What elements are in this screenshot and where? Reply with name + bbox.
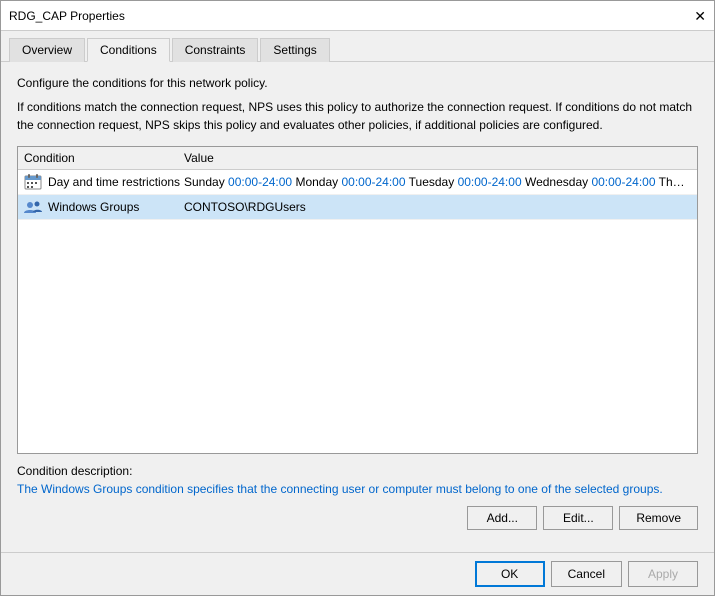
ok-button[interactable]: OK [475,561,545,587]
table-header: Condition Value [18,147,697,170]
condition-desc-label: Condition description: [17,464,698,478]
cancel-button[interactable]: Cancel [551,561,622,587]
edit-button[interactable]: Edit... [543,506,613,530]
tab-settings[interactable]: Settings [260,38,329,62]
add-button[interactable]: Add... [467,506,537,530]
table-row[interactable]: Windows Groups CONTOSO\RDGUsers [18,195,697,220]
tab-bar: Overview Conditions Constraints Settings [1,31,714,62]
column-value: Value [184,151,691,165]
row-value: CONTOSO\RDGUsers [184,200,691,214]
action-buttons: Add... Edit... Remove [17,506,698,530]
tab-overview[interactable]: Overview [9,38,85,62]
bottom-bar: OK Cancel Apply [1,552,714,595]
remove-button[interactable]: Remove [619,506,698,530]
description-text: Configure the conditions for this networ… [17,74,698,92]
apply-button[interactable]: Apply [628,561,698,587]
table-row[interactable]: Day and time restrictions Sunday 00:00-2… [18,170,697,195]
title-bar: RDG_CAP Properties ✕ [1,1,714,31]
window-title: RDG_CAP Properties [9,9,125,23]
condition-description-section: Condition description: The Windows Group… [17,464,698,496]
calendar-icon [24,173,42,191]
content-area: Configure the conditions for this networ… [1,62,714,552]
row-condition-name: Windows Groups [48,200,184,214]
close-button[interactable]: ✕ [694,9,706,23]
tab-constraints[interactable]: Constraints [172,38,259,62]
properties-window: RDG_CAP Properties ✕ Overview Conditions… [0,0,715,596]
column-condition: Condition [24,151,184,165]
condition-desc-value: The Windows Groups condition specifies t… [17,482,698,496]
row-value: Sunday 00:00-24:00 Monday 00:00-24:00 Tu… [184,175,691,189]
conditions-table: Condition Value [17,146,698,454]
group-icon [24,198,42,216]
row-condition-name: Day and time restrictions [48,175,184,189]
tab-conditions[interactable]: Conditions [87,38,170,62]
info-text: If conditions match the connection reque… [17,98,698,134]
